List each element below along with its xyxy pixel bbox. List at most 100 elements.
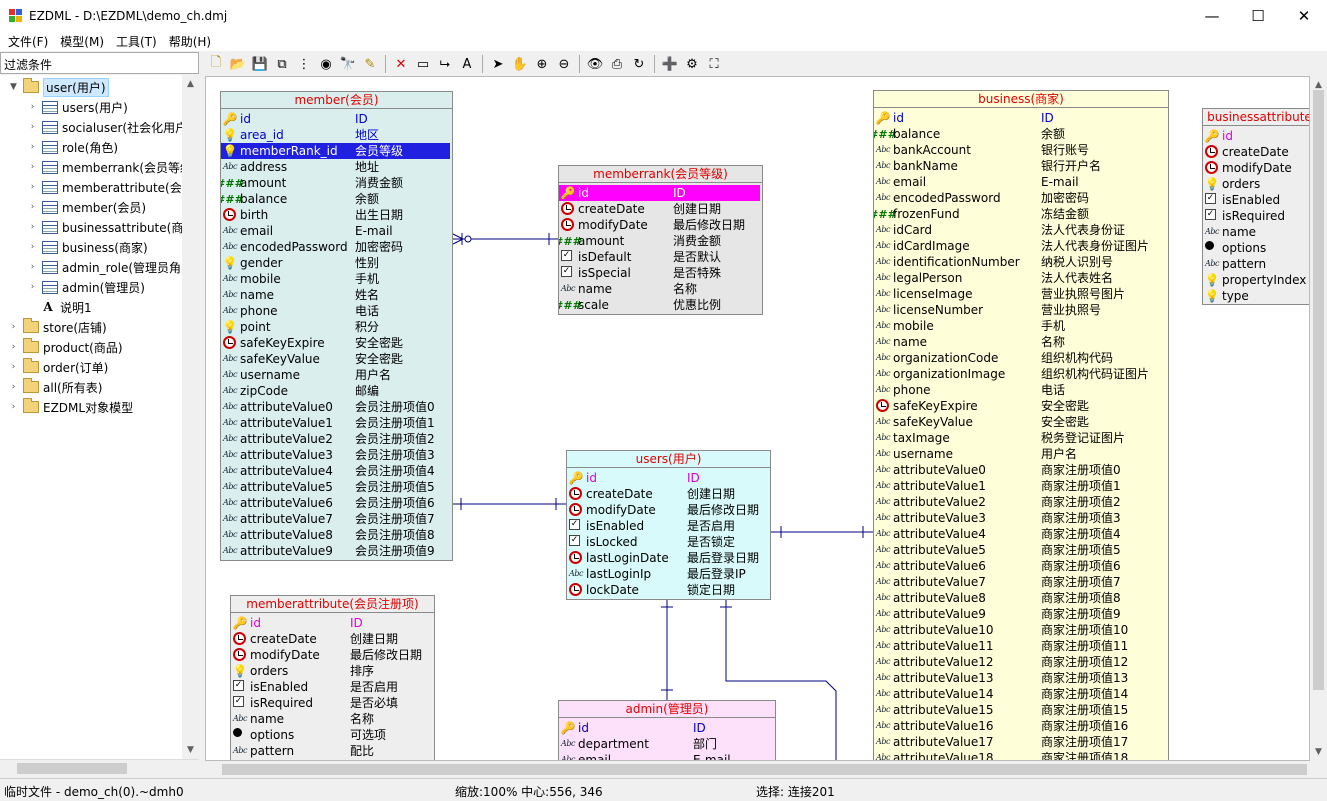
entity-field[interactable]: modifyDate 最后修改日期 [567,502,768,518]
entity-field[interactable]: Abc attributeValue1 会员注册项值1 [221,415,450,431]
copy-icon[interactable]: ⧉ [271,53,293,75]
entity-field[interactable]: ###scale 优惠比例 [559,297,760,313]
tree-item[interactable]: › store(店铺) [8,317,107,337]
tree-item[interactable]: › admin(管理员) [27,277,145,297]
chevron-right-icon[interactable]: › [27,162,38,173]
entity-field[interactable]: 💡 orders 排序 [231,663,432,679]
canvas-vertical-scrollbar[interactable]: ▲ ▼ [1310,76,1327,761]
tree-item[interactable]: › product(商品) [8,337,123,357]
entity-field[interactable]: Abc attributeValue8 商家注册项值8 [874,590,1166,606]
chevron-right-icon[interactable]: › [27,222,38,233]
scroll-up-icon[interactable]: ▲ [185,79,196,89]
entity-field[interactable]: Abc attributeValue0 会员注册项值0 [221,399,450,415]
tree-item[interactable]: › business(商家) [27,237,148,257]
scroll-up-icon[interactable]: ▲ [1313,80,1324,90]
menu-tools[interactable]: 工具(T) [108,33,161,50]
entity-field[interactable]: Abc attributeValue3 商家注册项值3 [874,510,1166,526]
tree-item[interactable]: › socialuser(社会化用户 [27,117,187,137]
tree-icon[interactable]: ⋮ [293,53,315,75]
scroll-thumb[interactable] [222,764,1307,775]
entity-field[interactable]: Abc attributeValue6 商家注册项值6 [874,558,1166,574]
minimize-button[interactable]: — [1189,0,1235,31]
entity-field[interactable]: Abc bankName 银行开户名 [874,158,1166,174]
entity-field[interactable]: ✓ isEnabled 是否启用 [231,679,432,695]
tree-item[interactable]: › order(订单) [8,357,108,377]
new-icon[interactable]: 🗋 [205,53,227,75]
entity-field[interactable]: Abc name 名称 [231,711,432,727]
entity-field[interactable]: Abc attributeValue4 商家注册项值4 [874,526,1166,542]
entity-field[interactable]: Abc name [1203,224,1309,240]
entity-field[interactable]: ✓ isRequired 是否必填 [231,695,432,711]
pointer-icon[interactable]: ➤ [487,53,509,75]
entity-field[interactable]: ###balance 余额 [874,126,1166,142]
entity-field[interactable]: Abc lastLoginIp 最后登录IP [567,566,768,582]
entity-field[interactable]: Abc pattern [1203,256,1309,272]
scroll-down-icon[interactable]: ▼ [185,745,196,755]
globe-icon[interactable]: ◉ [315,53,337,75]
entity-field[interactable]: ✓ isLocked 是否锁定 [567,534,768,550]
entity-field[interactable]: Abc organizationCode 组织机构代码 [874,350,1166,366]
entity-field[interactable]: 💡 propertyIndex [1203,272,1309,288]
entity-field[interactable]: options [1203,240,1309,256]
entity-field[interactable]: ###amount 消费金额 [221,175,450,191]
entity-field[interactable]: Abc address 地址 [221,159,450,175]
link-icon[interactable]: ⮡ [434,53,456,75]
entity-field[interactable]: ✓ isEnabled [1203,192,1309,208]
entity-field[interactable]: Abc attributeValue12 商家注册项值12 [874,654,1166,670]
zoom-in-icon[interactable]: ⊕ [531,53,553,75]
entity-field[interactable]: Abc mobile 手机 [221,271,450,287]
entity-field[interactable]: Abc zipCode 邮编 [221,383,450,399]
entity-field[interactable]: createDate [1203,144,1309,160]
entity-field[interactable]: createDate 创建日期 [231,631,432,647]
entity-field[interactable]: Abc safeKeyValue 安全密匙 [221,351,450,367]
text-icon[interactable]: A [456,53,478,75]
entity-field[interactable]: Abc phone 电话 [221,303,450,319]
entity-field[interactable]: Abc encodedPassword 加密密码 [221,239,450,255]
tree-item[interactable]: ▼ user(用户) [8,77,109,97]
entity-field[interactable]: Abc attributeValue1 商家注册项值1 [874,478,1166,494]
add-icon[interactable]: ➕ [659,53,681,75]
entity-field[interactable]: Abc attributeValue14 商家注册项值14 [874,686,1166,702]
entity-field[interactable]: Abc name 名称 [874,334,1166,350]
entity-memberattribute[interactable]: memberattribute(会员注册项) 🔑 id ID createDate 创建日… [230,595,435,760]
entity-field[interactable]: Abc attributeValue5 商家注册项值5 [874,542,1166,558]
save-icon[interactable]: 💾 [249,53,271,75]
eye-icon[interactable]: 👁 [584,53,606,75]
entity-field[interactable]: Abc licenseImage 营业执照号图片 [874,286,1166,302]
entity-field[interactable]: ###balance 余额 [221,191,450,207]
entity-field[interactable]: Abc licenseNumber 营业执照号 [874,302,1166,318]
print-icon[interactable]: ⎙ [606,53,628,75]
chevron-right-icon[interactable]: › [27,202,38,213]
entity-field[interactable]: 🔑 id ID [567,470,768,486]
chevron-right-icon[interactable]: › [8,322,19,333]
tree-item[interactable]: › memberrank(会员等级 [27,157,192,177]
entity-businessattribute[interactable]: businessattribute 🔑 id createDate modifyDate… [1202,108,1309,305]
scroll-down-icon[interactable]: ▼ [1313,747,1324,757]
entity-field[interactable]: Abc attributeValue7 商家注册项值7 [874,574,1166,590]
close-button[interactable]: ✕ [1281,0,1327,31]
entity-field[interactable]: 🔑 id ID [559,185,760,201]
tree-horizontal-scrollbar[interactable] [0,759,199,776]
entity-field[interactable]: ✓ isDefault 是否默认 [559,249,760,265]
entity-field[interactable]: Abc encodedPassword 加密密码 [874,190,1166,206]
tree-item[interactable]: A 说明1 [27,297,91,317]
tree-item[interactable]: › member(会员) [27,197,146,217]
entity-field[interactable]: Abc idCardImage 法人代表身份证图片 [874,238,1166,254]
diagram-canvas[interactable]: member(会员) 🔑 id ID 💡 area_id 地区 💡 memberRank_id 会… [205,76,1310,761]
entity-field[interactable]: Abc attributeValue13 商家注册项值13 [874,670,1166,686]
entity-field[interactable]: Abc department 部门 [559,736,773,752]
entity-field[interactable]: safeKeyExpire 安全密匙 [874,398,1166,414]
entity-field[interactable]: modifyDate [1203,160,1309,176]
entity-field[interactable]: Abc attributeValue17 商家注册项值17 [874,734,1166,750]
entity-field[interactable]: 💡 memberRank_id 会员等级 [221,143,450,159]
entity-field[interactable]: Abc mobile 手机 [874,318,1166,334]
chevron-right-icon[interactable]: › [8,362,19,373]
entity-users[interactable]: users(用户) 🔑 id ID createDate 创建日期 modifyDate 最后… [566,450,771,600]
entity-field[interactable]: Abc attributeValue6 会员注册项值6 [221,495,450,511]
chevron-right-icon[interactable]: › [27,182,38,193]
maximize-button[interactable]: ☐ [1235,0,1281,31]
chevron-right-icon[interactable]: › [27,242,38,253]
find-icon[interactable]: 🔭 [337,53,359,75]
entity-field[interactable]: 💡 gender 性别 [221,255,450,271]
chevron-right-icon[interactable]: › [8,342,19,353]
